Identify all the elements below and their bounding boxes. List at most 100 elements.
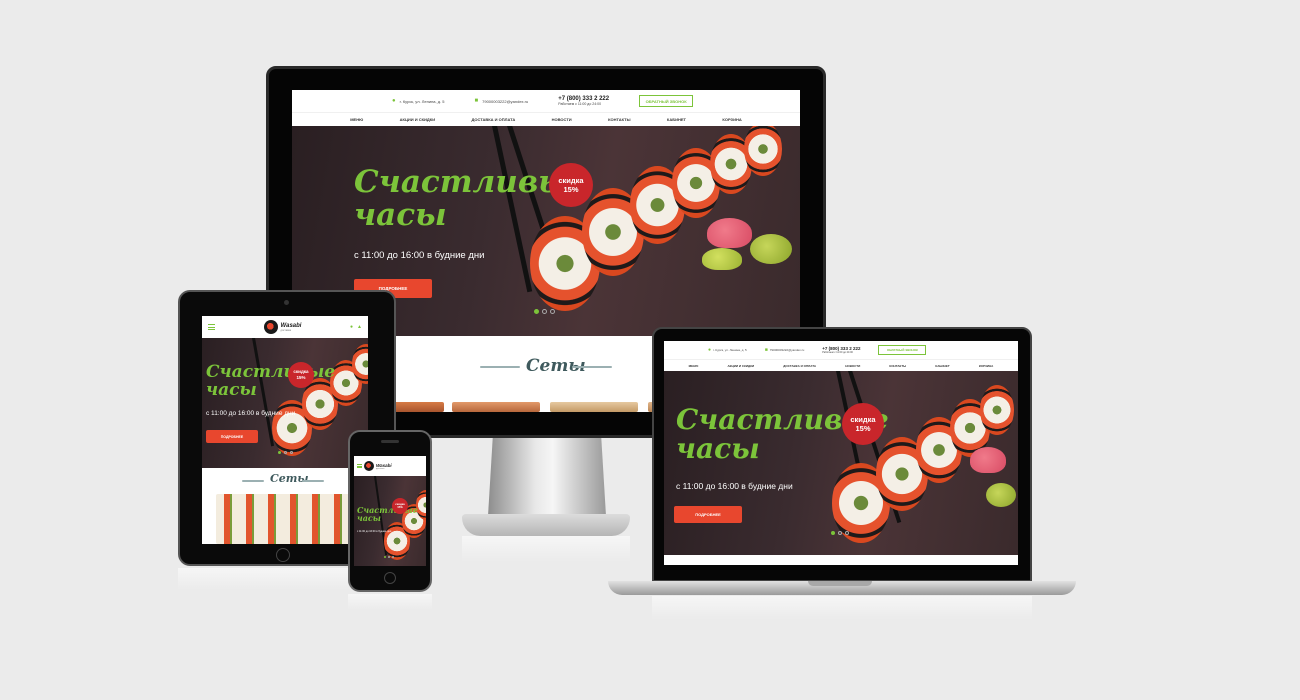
discount-badge: скидка 15% bbox=[842, 403, 884, 445]
sushi-roll bbox=[980, 385, 1014, 435]
laptop-notch bbox=[808, 581, 872, 586]
nav-item-promo[interactable]: Акции и скидки bbox=[400, 117, 435, 122]
nav-item-cabinet[interactable]: Кабинет bbox=[935, 364, 949, 368]
desktop-topbar: ● г. Курск, ул. Ленина, д. 5 ■ 790000032… bbox=[292, 90, 800, 112]
tablet-camera bbox=[284, 300, 289, 305]
contact-block: +7 (800) 333 2 222 Работаем с 11:00 до 2… bbox=[822, 346, 860, 354]
callback-button[interactable]: Обратный звонок bbox=[878, 345, 927, 355]
slider-dot[interactable] bbox=[550, 309, 555, 314]
hero-subtitle: с 11:00 до 16:00 в будние дни bbox=[676, 481, 793, 491]
slider-dot[interactable] bbox=[388, 556, 390, 558]
logo[interactable]: Wasabi доставка bbox=[263, 320, 302, 334]
user-icon[interactable]: ● bbox=[350, 324, 353, 330]
slider-dots bbox=[384, 556, 394, 558]
monitor-reflection bbox=[462, 536, 630, 562]
set-card[interactable] bbox=[452, 402, 540, 412]
nav-item-menu[interactable]: Меню bbox=[689, 364, 699, 368]
hero-slider: Счастливые часы с 11:00 до 16:00 в будни… bbox=[664, 371, 1018, 555]
hero-more-button[interactable]: Подробнее bbox=[674, 506, 742, 523]
location-pin-icon: ● bbox=[392, 98, 396, 104]
main-nav: Меню Акции и скидки Доставка и оплата Но… bbox=[664, 359, 1018, 371]
slider-dot[interactable] bbox=[831, 531, 835, 535]
set-card[interactable] bbox=[392, 402, 444, 412]
hamburger-menu-icon[interactable] bbox=[208, 324, 215, 330]
wasabi bbox=[986, 483, 1016, 507]
sets-ornament-left bbox=[242, 480, 264, 482]
hero-subtitle: с 11:00 до 16:00 в будние дни bbox=[357, 530, 392, 533]
hero-title-line2: часы bbox=[357, 513, 381, 524]
contact-block: +7 (800) 333 2 222 Работаем с 11:00 до 2… bbox=[558, 96, 609, 106]
slider-dot[interactable] bbox=[534, 309, 539, 314]
email-link[interactable]: 79000003222@yandex.ru bbox=[482, 99, 528, 104]
tablet-screen: Wasabi доставка ● ▲ Счастливые часы с 11… bbox=[202, 316, 368, 544]
nav-item-delivery[interactable]: Доставка и оплата bbox=[472, 117, 516, 122]
hero-subtitle: с 11:00 до 16:00 в будние дни bbox=[206, 410, 296, 417]
slider-dot[interactable] bbox=[542, 309, 547, 314]
logo-text-block: Wasabi доставка bbox=[281, 323, 302, 332]
hero-slider: Счастливые часы с 11:00 до 16:00 в будни… bbox=[354, 476, 426, 566]
logo-text-block: Wasabi доставка bbox=[376, 463, 392, 470]
badge-line2: 15% bbox=[563, 185, 579, 194]
slider-dot[interactable] bbox=[278, 451, 281, 454]
hamburger-menu-icon[interactable] bbox=[357, 464, 362, 468]
hero-more-button[interactable]: Подробнее bbox=[206, 430, 258, 443]
envelope-icon: ■ bbox=[764, 347, 768, 353]
slider-dot[interactable] bbox=[845, 531, 849, 535]
phone-speaker bbox=[381, 440, 399, 443]
hero-slider: Счастливые часы с 11:00 до 16:00 в будни… bbox=[202, 338, 368, 468]
hours-text: Работаем с 11:00 до 24:00 bbox=[558, 102, 602, 106]
nav-item-cart[interactable]: Корзина bbox=[722, 117, 741, 122]
monitor-stand-base bbox=[462, 514, 630, 536]
nav-item-contacts[interactable]: Контакты bbox=[608, 117, 630, 122]
set-card[interactable] bbox=[550, 402, 638, 412]
hero-title: Счастливые часы bbox=[206, 363, 335, 400]
email-link[interactable]: 79000003222@yandex.ru bbox=[770, 348, 805, 352]
discount-badge: скидка 15% bbox=[549, 163, 593, 207]
sets-title: Сеты bbox=[270, 472, 309, 485]
slider-dots bbox=[534, 309, 555, 314]
nav-item-cart[interactable]: Корзина bbox=[979, 364, 994, 368]
laptop-topbar: ● г. Курск, ул. Ленина, д. 5 ■ 790000032… bbox=[664, 341, 1018, 359]
set-card[interactable] bbox=[216, 494, 354, 544]
sets-ornament-left bbox=[480, 366, 520, 368]
logo-mark bbox=[263, 320, 278, 334]
slider-dot[interactable] bbox=[384, 556, 386, 558]
nav-item-cabinet[interactable]: Кабинет bbox=[667, 117, 686, 122]
slider-dot[interactable] bbox=[290, 451, 293, 454]
envelope-icon: ■ bbox=[474, 98, 479, 104]
slider-dots bbox=[831, 531, 849, 535]
hero-title-line2: часы bbox=[354, 196, 447, 233]
phone-header: Wasabi доставка bbox=[354, 456, 426, 476]
cart-icon[interactable]: ▲ bbox=[357, 324, 362, 330]
logo-sub: доставка bbox=[280, 328, 292, 332]
address-text: г. Курск, ул. Ленина, д. 5 bbox=[399, 98, 445, 104]
hero-subtitle: с 11:00 до 16:00 в будние дни bbox=[354, 250, 485, 261]
logo-mark[interactable] bbox=[364, 461, 374, 471]
badge-line2: 15% bbox=[296, 375, 306, 380]
monitor-stand-neck bbox=[488, 438, 606, 516]
nav-item-contacts[interactable]: Контакты bbox=[889, 364, 906, 368]
slider-dot[interactable] bbox=[392, 556, 394, 558]
hero-title: Счастливые часы bbox=[357, 506, 418, 523]
sets-ornament-right bbox=[302, 480, 324, 482]
discount-badge: скидка 15% bbox=[392, 498, 408, 514]
nav-item-delivery[interactable]: Доставка и оплата bbox=[783, 364, 816, 368]
slider-dot[interactable] bbox=[284, 451, 287, 454]
laptop-screen: ● г. Курск, ул. Ленина, д. 5 ■ 790000032… bbox=[664, 341, 1018, 565]
logo-sub: доставка bbox=[376, 467, 385, 470]
slider-dot[interactable] bbox=[838, 531, 842, 535]
phone-screen: Wasabi доставка Счастливые часы с 11:00 … bbox=[354, 456, 426, 566]
tablet-home-button bbox=[276, 548, 290, 562]
badge-line2: 15% bbox=[397, 505, 403, 509]
phone-home-button bbox=[384, 572, 396, 584]
nav-item-news[interactable]: Новости bbox=[552, 117, 572, 122]
nav-item-news[interactable]: Новости bbox=[845, 364, 860, 368]
callback-button[interactable]: Обратный звонок bbox=[639, 95, 694, 107]
phone-reflection bbox=[348, 594, 432, 610]
nav-item-promo[interactable]: Акции и скидки bbox=[728, 364, 755, 368]
hours-text: Работаем с 11:00 до 24:00 bbox=[822, 351, 853, 354]
nav-item-menu[interactable]: Меню bbox=[350, 117, 363, 122]
badge-line1: скидка bbox=[850, 414, 876, 424]
laptop-reflection bbox=[652, 596, 1032, 620]
address-text: г. Курск, ул. Ленина, д. 5 bbox=[713, 348, 747, 352]
